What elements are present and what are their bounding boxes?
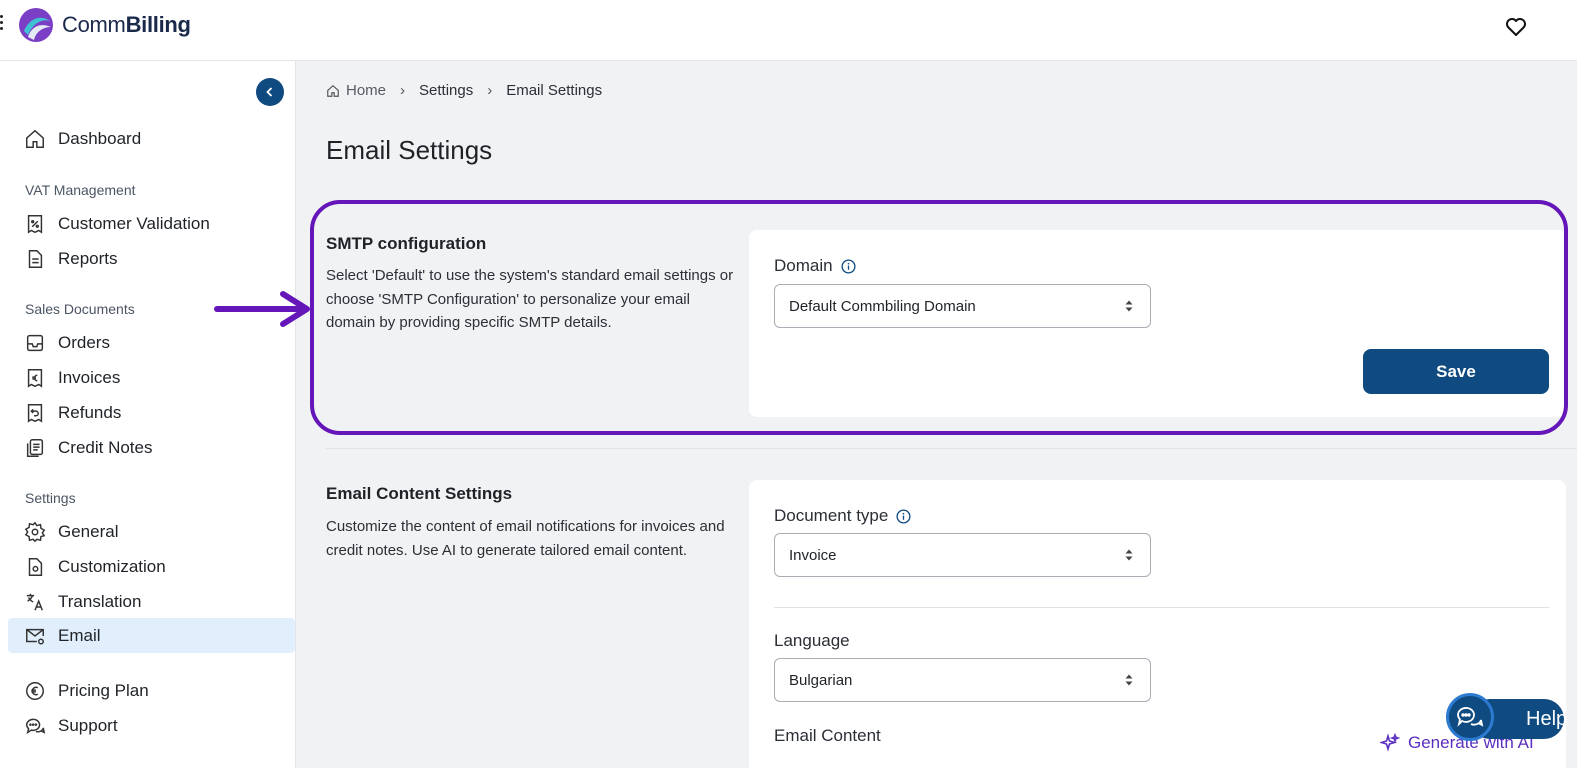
content-card: Document type Invoice Language Bulgarian… (749, 480, 1566, 768)
logo-text-regular: Comm (62, 12, 126, 37)
chevron-right-icon: › (487, 82, 493, 99)
home-icon (327, 84, 339, 97)
chat-bubbles-icon (26, 718, 46, 734)
sidebar-item-invoices[interactable]: Invoices (8, 360, 295, 395)
sidebar-item-label: Translation (58, 591, 142, 611)
gear-icon (24, 521, 46, 542)
section-settings: Settings (25, 490, 76, 506)
section-sales-documents: Sales Documents (25, 301, 135, 317)
email-content-label: Email Content (774, 726, 881, 745)
breadcrumb-home-label: Home (346, 82, 387, 99)
document-gear-icon (28, 557, 43, 576)
highlight-frame (310, 200, 1568, 435)
language-select[interactable]: Bulgarian (774, 658, 1151, 702)
sidebar-item-label: Invoices (58, 367, 121, 387)
language-value: Bulgarian (789, 671, 853, 689)
help-button[interactable]: Help (1446, 693, 1568, 741)
sidebar-item-support[interactable]: Support (8, 708, 295, 743)
chevron-left-icon (266, 87, 273, 97)
collapse-sidebar-button[interactable] (256, 78, 284, 106)
sidebar-item-label: Customization (58, 556, 166, 576)
sidebar-item-label: General (58, 521, 119, 541)
sidebar-item-credit-notes[interactable]: Credit Notes (8, 430, 295, 465)
sidebar-item-dashboard[interactable]: Dashboard (8, 121, 295, 156)
page-title: Email Settings (326, 135, 493, 165)
notes-icon (26, 438, 44, 457)
sidebar-item-pricing-plan[interactable]: Pricing Plan (8, 673, 295, 708)
sidebar-item-customer-validation[interactable]: Customer Validation (8, 206, 295, 241)
sidebar-item-label: Reports (58, 248, 118, 268)
inbox-icon (26, 334, 44, 351)
sort-caret-icon (1125, 674, 1133, 686)
refund-receipt-icon (27, 403, 43, 423)
menu-dots-icon[interactable] (0, 15, 4, 33)
sparkle-icon (1380, 733, 1400, 752)
sidebar-item-translation[interactable]: Translation (8, 584, 295, 619)
chat-icon (1446, 693, 1494, 741)
section-divider (326, 448, 1577, 449)
app-logo[interactable]: CommBilling (18, 7, 191, 43)
sidebar-item-label: Customer Validation (58, 213, 210, 233)
sidebar-item-refunds[interactable]: Refunds (8, 395, 295, 430)
mail-gear-icon (26, 628, 44, 645)
help-label: Help (1526, 707, 1568, 730)
sidebar-item-orders[interactable]: Orders (8, 325, 295, 360)
euro-coin-icon (26, 681, 44, 700)
translate-icon (26, 593, 44, 611)
content-section-description: Customize the content of email notificat… (326, 518, 725, 559)
sidebar-item-general[interactable]: General (8, 514, 295, 549)
section-vat-management: VAT Management (25, 182, 136, 198)
heart-icon[interactable] (1504, 15, 1528, 39)
sidebar: Dashboard VAT Management Customer Valida… (0, 61, 296, 768)
document-type-label: Document type (774, 506, 889, 525)
sidebar-item-label: Support (58, 715, 118, 735)
home-icon (26, 129, 44, 148)
sidebar-item-label: Orders (58, 332, 110, 352)
euro-receipt-icon (27, 368, 43, 388)
top-bar: CommBilling (0, 0, 1577, 61)
breadcrumb-settings[interactable]: Settings (419, 82, 473, 99)
sidebar-item-label: Pricing Plan (58, 680, 149, 700)
info-icon[interactable] (896, 508, 911, 524)
sidebar-item-label: Credit Notes (58, 437, 153, 457)
sidebar-item-label: Dashboard (58, 128, 142, 148)
sidebar-item-email[interactable]: Email (8, 618, 295, 653)
document-icon (28, 249, 43, 268)
logo-text-bold: Billing (125, 12, 191, 37)
chevron-right-icon: › (400, 82, 406, 99)
document-type-value: Invoice (789, 546, 837, 564)
sidebar-item-label: Email (58, 625, 101, 645)
sidebar-item-label: Refunds (58, 402, 122, 422)
breadcrumb: Home › Settings › Email Settings (326, 82, 602, 99)
logo-icon (19, 8, 53, 42)
sidebar-item-reports[interactable]: Reports (8, 241, 295, 276)
language-label: Language (774, 631, 850, 650)
breadcrumb-home[interactable]: Home (326, 82, 386, 99)
sort-caret-icon (1125, 549, 1133, 561)
document-type-select[interactable]: Invoice (774, 533, 1151, 577)
sidebar-item-customization[interactable]: Customization (8, 549, 295, 584)
field-divider (774, 607, 1549, 608)
percent-receipt-icon (27, 214, 43, 234)
arrow-right-icon (214, 291, 310, 327)
breadcrumb-current: Email Settings (506, 82, 603, 99)
content-section-title: Email Content Settings (326, 484, 513, 503)
